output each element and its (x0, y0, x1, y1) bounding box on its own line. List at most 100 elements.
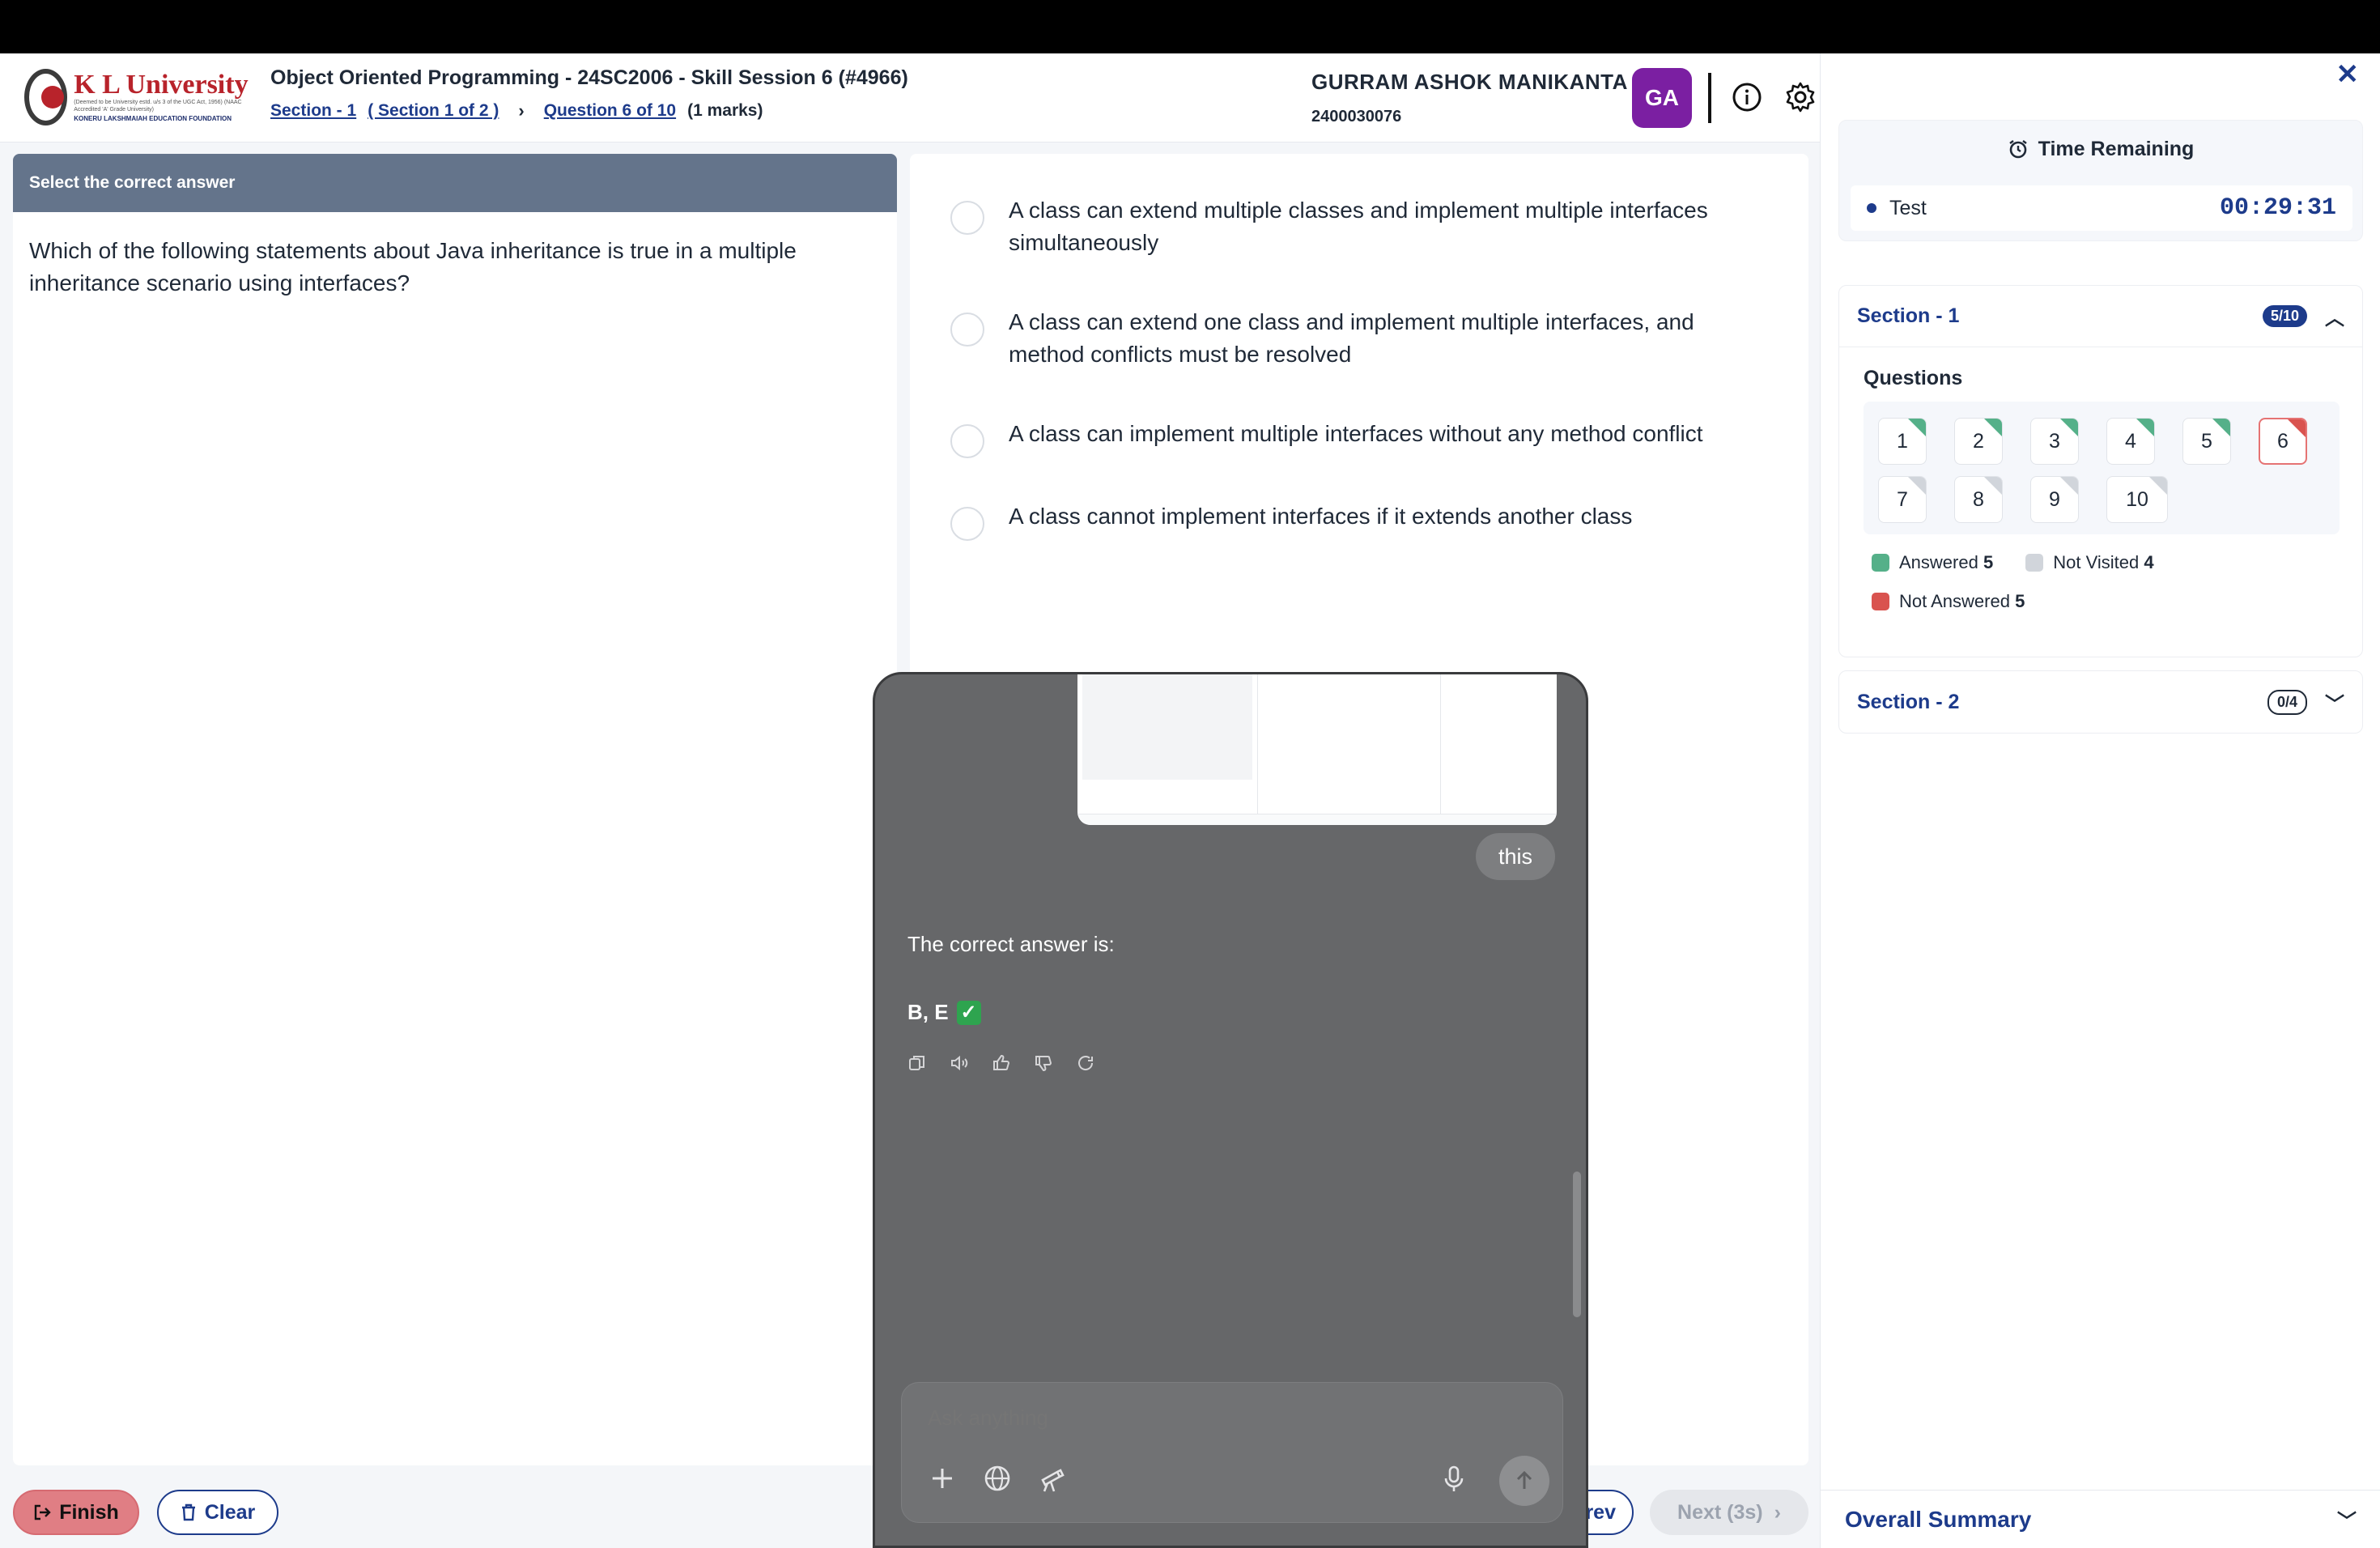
question-button-9[interactable]: 9 (2030, 476, 2079, 523)
student-info: GURRAM ASHOK MANIKANTA 2400030076 (1311, 70, 1628, 126)
alarm-clock-icon (2008, 140, 2027, 159)
answered-corner (2060, 419, 2078, 436)
section-2-card[interactable]: Section - 2 0/4 ﹀ (1838, 670, 2363, 734)
regenerate-icon[interactable] (1076, 1053, 1095, 1073)
answered-corner (2136, 419, 2154, 436)
plus-icon[interactable] (926, 1462, 958, 1495)
overall-summary-toggle[interactable]: Overall Summary ﹀ (1821, 1490, 2380, 1548)
university-seal-icon (24, 69, 68, 125)
attached-screenshot-thumbnail[interactable] (1077, 674, 1557, 825)
option-text: A class can implement multiple interface… (1009, 421, 1703, 446)
section-1-card: Section - 1 5/10 ︿ Questions 1 2 3 4 5 6… (1838, 285, 2363, 657)
copy-icon[interactable] (907, 1053, 927, 1073)
chevron-right-icon: › (1774, 1500, 1781, 1524)
not-visited-corner (2060, 477, 2078, 495)
question-button-6[interactable]: 6 (2259, 418, 2307, 465)
option-text: A class can extend multiple classes and … (1009, 198, 1708, 255)
student-id: 2400030076 (1311, 108, 1402, 125)
chat-input[interactable] (928, 1406, 1494, 1431)
finish-button[interactable]: Finish (13, 1490, 139, 1535)
section-1-header[interactable]: Section - 1 5/10 ︿ (1839, 286, 2362, 347)
thumbs-up-icon[interactable] (992, 1053, 1011, 1073)
legend-not-answered: Not Answered 5 (1872, 591, 2025, 612)
option-text: A class cannot implement interfaces if i… (1009, 504, 1633, 529)
course-title: Object Oriented Programming - 24SC2006 -… (270, 66, 908, 89)
time-row: Test 00:29:31 (1851, 185, 2352, 231)
question-button-1[interactable]: 1 (1878, 418, 1927, 465)
exit-icon (34, 1504, 51, 1520)
info-icon[interactable] (1731, 81, 1763, 113)
question-button-2[interactable]: 2 (1954, 418, 2003, 465)
status-legend: Answered 5 Not Visited 4 Not Answered 5 (1839, 534, 2362, 630)
breadcrumb-question-link[interactable]: Question 6 of 10 (544, 101, 676, 121)
chevron-up-icon[interactable]: ︿ (2325, 302, 2344, 330)
clear-button[interactable]: Clear (157, 1490, 278, 1535)
exam-header: K L University (Deemed to be University … (0, 53, 1820, 142)
option-a[interactable]: A class can extend multiple classes and … (950, 194, 1737, 259)
legend-answered: Answered 5 (1872, 552, 1993, 573)
speaker-icon[interactable] (950, 1053, 969, 1073)
legend-not-visited: Not Visited 4 (2025, 552, 2154, 573)
check-mark-icon: ✓ (956, 1000, 981, 1025)
breadcrumb: Section - 1 ( Section 1 of 2 ) › Questio… (270, 100, 763, 121)
time-remaining-title: Time Remaining (2038, 137, 2195, 160)
not-visited-corner (1984, 477, 2002, 495)
question-button-8[interactable]: 8 (1954, 476, 2003, 523)
top-black-bar (0, 0, 2380, 53)
chevron-down-icon[interactable]: ﹀ (2337, 1505, 2357, 1533)
thumbs-down-icon[interactable] (1034, 1053, 1053, 1073)
radio-button[interactable] (950, 424, 984, 458)
option-c[interactable]: A class can implement multiple interface… (950, 418, 1737, 458)
student-name: GURRAM ASHOK MANIKANTA (1311, 70, 1628, 94)
university-logo: K L University (Deemed to be University … (24, 66, 251, 128)
question-button-4[interactable]: 4 (2106, 418, 2155, 465)
assistant-answer: B, E ✓ (907, 1000, 981, 1025)
bullet-icon (1867, 203, 1876, 213)
message-actions (907, 1053, 1095, 1073)
question-marks: (1 marks) (687, 101, 763, 120)
answered-corner (2212, 419, 2230, 436)
section-1-badge: 5/10 (2262, 305, 2307, 327)
breadcrumb-section-link[interactable]: Section - 1 (270, 101, 356, 121)
not-visited-corner (2149, 477, 2167, 495)
arrow-up-icon (1516, 1470, 1532, 1489)
clear-label: Clear (204, 1500, 256, 1524)
logo-foundation: KONERU LAKSHMAIAH EDUCATION FOUNDATION (74, 115, 232, 122)
exam-sidebar: ✕ Time Remaining Test 00:29:31 Section -… (1820, 53, 2380, 1548)
question-button-3[interactable]: 3 (2030, 418, 2079, 465)
send-button[interactable] (1499, 1456, 1549, 1506)
breadcrumb-section-of-link[interactable]: ( Section 1 of 2 ) (368, 101, 499, 121)
option-text: A class can extend one class and impleme… (1009, 309, 1694, 367)
close-icon[interactable]: ✕ (2336, 58, 2360, 91)
trash-icon (181, 1503, 195, 1521)
radio-button[interactable] (950, 507, 984, 541)
question-button-5[interactable]: 5 (2182, 418, 2231, 465)
timer-value: 00:29:31 (2219, 194, 2336, 222)
option-b[interactable]: A class can extend one class and impleme… (950, 306, 1737, 371)
time-remaining-card: Time Remaining Test 00:29:31 (1838, 120, 2363, 241)
microphone-icon[interactable] (1438, 1462, 1470, 1495)
option-d[interactable]: A class cannot implement interfaces if i… (950, 500, 1737, 541)
next-button[interactable]: Next (3s) › (1650, 1490, 1808, 1535)
section-2-title: Section - 2 (1857, 690, 1960, 713)
assistant-answer-intro: The correct answer is: (907, 932, 1115, 956)
radio-button[interactable] (950, 313, 984, 347)
question-button-10[interactable]: 10 (2106, 476, 2168, 523)
header-divider (1708, 73, 1711, 123)
avatar[interactable]: GA (1632, 68, 1692, 128)
gear-icon[interactable] (1784, 81, 1817, 113)
question-grid: 1 2 3 4 5 6 7 8 9 10 (1864, 402, 2340, 534)
chat-composer (901, 1382, 1563, 1523)
question-text: Which of the following statements about … (29, 238, 797, 296)
section-2-badge: 0/4 (2267, 689, 2307, 715)
radio-button[interactable] (950, 201, 984, 235)
not-answered-corner (2288, 419, 2306, 437)
telescope-icon[interactable] (1036, 1462, 1069, 1495)
question-panel: Select the correct answer Which of the f… (13, 154, 897, 1465)
chevron-down-icon[interactable]: ﹀ (2325, 688, 2344, 717)
question-button-7[interactable]: 7 (1878, 476, 1927, 523)
logo-title: K L University (74, 70, 249, 100)
globe-icon[interactable] (981, 1462, 1014, 1495)
logo-subtitle: (Deemed to be University estd. u/s 3 of … (74, 100, 242, 113)
chat-scrollbar[interactable] (1573, 1172, 1581, 1317)
